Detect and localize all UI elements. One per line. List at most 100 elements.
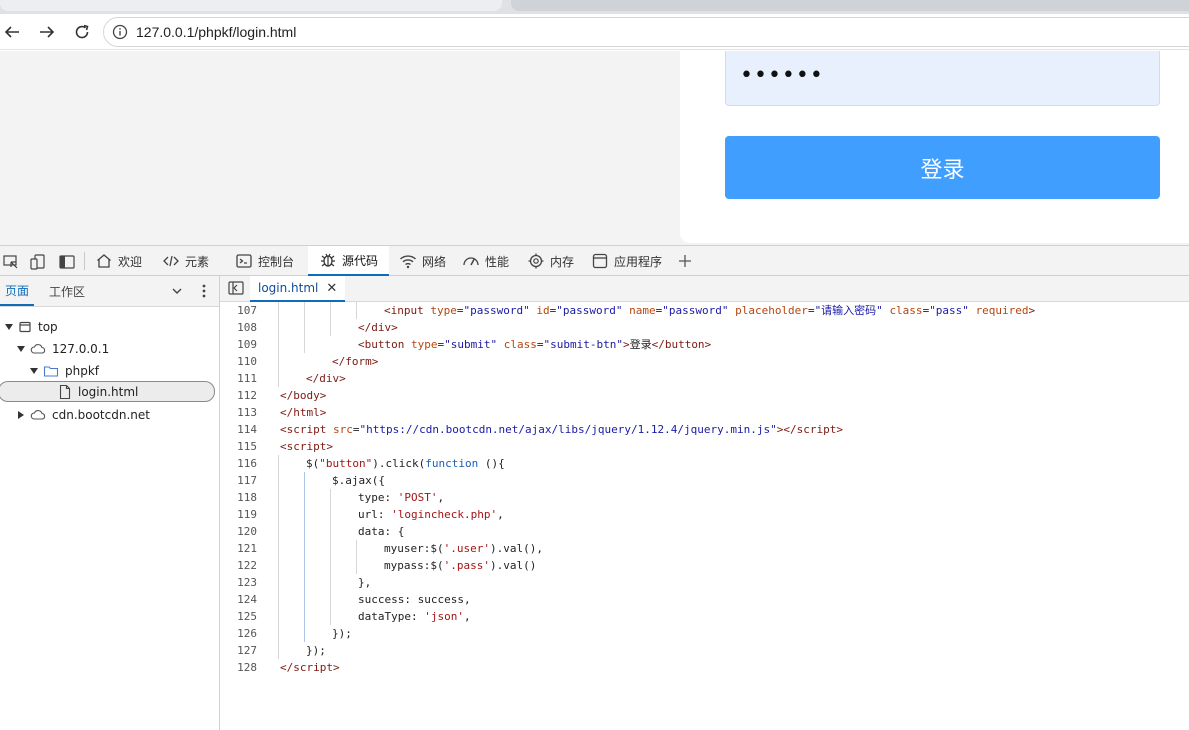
tree-item-top[interactable]: top	[4, 316, 58, 337]
forward-button[interactable]	[35, 20, 59, 44]
plus-icon	[679, 255, 691, 267]
expanded-triangle-icon	[17, 345, 25, 352]
file-icon	[59, 384, 71, 399]
code-line[interactable]: 116 $("button").click(function (){	[220, 455, 1189, 472]
code-line[interactable]: 123},	[220, 574, 1189, 591]
code-line[interactable]: 126});	[220, 625, 1189, 642]
line-number[interactable]: 126	[220, 625, 257, 642]
login-card: •••••• 登录	[680, 51, 1189, 243]
code-line[interactable]: 113 </html>	[220, 404, 1189, 421]
line-number[interactable]: 108	[220, 319, 257, 336]
line-number[interactable]: 123	[220, 574, 257, 591]
code-line[interactable]: 124 success: success,	[220, 591, 1189, 608]
tab-application[interactable]: 应用程序	[591, 246, 662, 276]
tab-performance[interactable]: 性能	[462, 246, 509, 276]
indent-guide	[278, 302, 279, 387]
line-number[interactable]: 121	[220, 540, 257, 557]
browser-tab-inactive[interactable]	[511, 0, 1189, 11]
line-number[interactable]: 122	[220, 557, 257, 574]
bug-icon	[321, 253, 335, 267]
tab-page[interactable]: 页面	[0, 276, 35, 306]
info-icon[interactable]	[112, 24, 128, 40]
line-number[interactable]: 114	[220, 421, 257, 438]
close-icon[interactable]: ✕	[326, 281, 337, 296]
line-number[interactable]: 120	[220, 523, 257, 540]
code-line[interactable]: 127});	[220, 642, 1189, 659]
code-line[interactable]: 119 url: 'logincheck.php',	[220, 506, 1189, 523]
code-line[interactable]: 122 mypass:$('.pass').val()	[220, 557, 1189, 574]
more-options-icon[interactable]	[197, 282, 211, 300]
line-number[interactable]: 107	[220, 302, 257, 319]
code-line[interactable]: 120 data: {	[220, 523, 1189, 540]
code-line[interactable]: 111 </div>	[220, 370, 1189, 387]
code-line[interactable]: 110 </form>	[220, 353, 1189, 370]
line-source: </div>	[306, 372, 346, 385]
editor-tab-bar: login.html ✕	[220, 276, 1189, 302]
browser-tab[interactable]	[0, 0, 502, 11]
code-line[interactable]: 121 myuser:$('.user').val(),	[220, 540, 1189, 557]
reload-icon	[75, 24, 89, 39]
indent-guide	[356, 302, 357, 319]
tab-network[interactable]: 网络	[399, 246, 446, 276]
inspect-icon[interactable]	[2, 253, 20, 271]
line-source: myuser:$('.user').val(),	[384, 542, 543, 555]
tab-memory[interactable]: 内存	[527, 246, 574, 276]
line-number[interactable]: 117	[220, 472, 257, 489]
indent-guide	[278, 455, 279, 659]
line-number[interactable]: 127	[220, 642, 257, 659]
indent-guide	[356, 540, 357, 574]
toggle-navigator-icon[interactable]	[228, 281, 244, 295]
line-source: <script>	[280, 440, 333, 453]
line-number[interactable]: 119	[220, 506, 257, 523]
line-source: data: {	[358, 525, 405, 538]
address-bar[interactable]: 127.0.0.1/phpkf/login.html	[103, 17, 1189, 47]
code-line[interactable]: 117 $.ajax({	[220, 472, 1189, 489]
code-line[interactable]: 107 <input type="password" id="password" …	[220, 302, 1189, 319]
line-number[interactable]: 112	[220, 387, 257, 404]
dock-side-icon[interactable]	[58, 253, 76, 271]
line-number[interactable]: 111	[220, 370, 257, 387]
tree-item-cdn[interactable]: cdn.bootcdn.net	[16, 404, 150, 425]
code-line[interactable]: 115 <script>	[220, 438, 1189, 455]
line-number[interactable]: 109	[220, 336, 257, 353]
line-source: </html>	[280, 406, 327, 419]
more-tools-button[interactable]	[676, 246, 699, 276]
line-source: $("button").click(function (){	[306, 457, 505, 470]
code-line[interactable]: 128 </script>	[220, 659, 1189, 676]
tab-workspace[interactable]: 工作区	[44, 276, 90, 306]
code-line[interactable]: 109 <button type="submit" class="submit-b…	[220, 336, 1189, 353]
line-number[interactable]: 124	[220, 591, 257, 608]
back-button[interactable]	[0, 20, 24, 44]
line-number[interactable]: 118	[220, 489, 257, 506]
tab-elements[interactable]: 元素	[162, 246, 209, 276]
code-line[interactable]: 118 type: 'POST',	[220, 489, 1189, 506]
tab-console[interactable]: 控制台	[235, 246, 294, 276]
tree-item-file[interactable]: login.html	[0, 381, 215, 402]
tree-item-host[interactable]: 127.0.0.1	[16, 338, 109, 359]
code-line[interactable]: 114 <script src="https://cdn.bootcdn.net/…	[220, 421, 1189, 438]
code-lines[interactable]: 107 <input type="password" id="password" …	[220, 302, 1189, 730]
reload-button[interactable]	[70, 20, 94, 44]
line-source: </div>	[358, 321, 398, 334]
password-input[interactable]: ••••••	[725, 51, 1160, 106]
tab-welcome[interactable]: 欢迎	[95, 246, 142, 276]
line-number[interactable]: 125	[220, 608, 257, 625]
code-line[interactable]: 112 </body>	[220, 387, 1189, 404]
login-button[interactable]: 登录	[725, 136, 1160, 199]
code-line[interactable]: 125 dataType: 'json',	[220, 608, 1189, 625]
device-emulation-icon[interactable]	[29, 253, 47, 271]
tab-sources[interactable]: 源代码	[308, 246, 390, 276]
cloud-icon	[30, 343, 46, 354]
tree-item-folder[interactable]: phpkf	[29, 360, 99, 381]
line-number[interactable]: 128	[220, 659, 257, 676]
frame-icon	[19, 321, 31, 332]
chevron-down-icon[interactable]	[170, 284, 184, 298]
code-editor: login.html ✕ 107 <input type="password" i…	[220, 276, 1189, 730]
line-number[interactable]: 110	[220, 353, 257, 370]
line-number[interactable]: 113	[220, 404, 257, 421]
line-number[interactable]: 115	[220, 438, 257, 455]
code-line[interactable]: 108 </div>	[220, 319, 1189, 336]
editor-file-tab[interactable]: login.html ✕	[250, 276, 346, 302]
line-number[interactable]: 116	[220, 455, 257, 472]
indent-guide	[304, 472, 305, 642]
